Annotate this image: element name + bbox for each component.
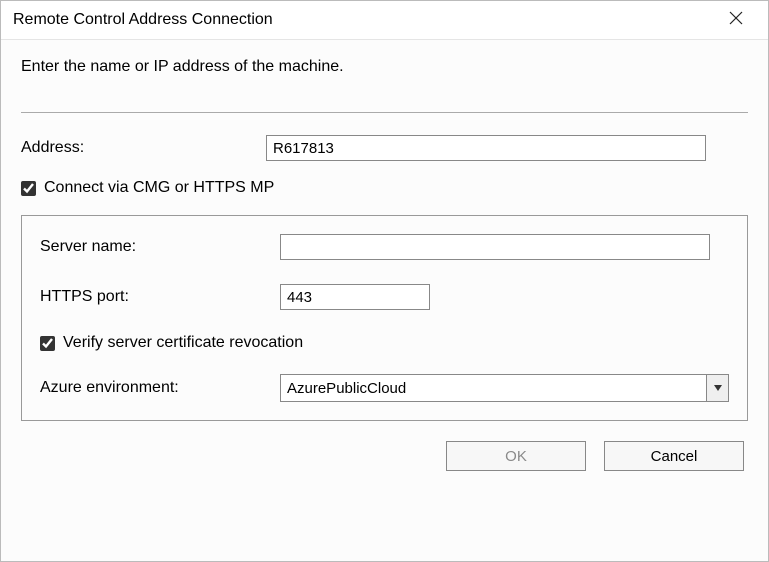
verify-revocation-label: Verify server certificate revocation bbox=[63, 334, 303, 352]
button-bar: OK Cancel bbox=[21, 441, 748, 471]
azure-env-row: Azure environment: AzurePublicCloud bbox=[40, 374, 729, 402]
azure-env-select[interactable]: AzurePublicCloud bbox=[280, 374, 729, 402]
instruction-text: Enter the name or IP address of the mach… bbox=[21, 58, 748, 76]
server-name-row: Server name: bbox=[40, 234, 729, 260]
dialog-content: Enter the name or IP address of the mach… bbox=[1, 40, 768, 561]
ok-button[interactable]: OK bbox=[446, 441, 586, 471]
https-port-label: HTTPS port: bbox=[40, 288, 280, 306]
connect-via-label: Connect via CMG or HTTPS MP bbox=[44, 179, 274, 197]
cancel-button[interactable]: Cancel bbox=[604, 441, 744, 471]
server-name-label: Server name: bbox=[40, 238, 280, 256]
address-label: Address: bbox=[21, 139, 266, 157]
https-port-input[interactable] bbox=[280, 284, 430, 310]
verify-revocation-checkbox[interactable] bbox=[40, 336, 55, 351]
verify-revocation-row[interactable]: Verify server certificate revocation bbox=[40, 334, 729, 352]
close-button[interactable] bbox=[716, 7, 756, 33]
azure-env-label: Azure environment: bbox=[40, 379, 280, 397]
connect-via-row[interactable]: Connect via CMG or HTTPS MP bbox=[21, 179, 748, 197]
address-input[interactable] bbox=[266, 135, 706, 161]
https-port-row: HTTPS port: bbox=[40, 284, 729, 310]
connection-group: Server name: HTTPS port: Verify server c… bbox=[21, 215, 748, 421]
connect-via-checkbox[interactable] bbox=[21, 181, 36, 196]
server-name-input[interactable] bbox=[280, 234, 710, 260]
azure-env-select-wrap: AzurePublicCloud bbox=[280, 374, 729, 402]
close-icon bbox=[729, 11, 743, 29]
address-row: Address: bbox=[21, 135, 748, 161]
window-title: Remote Control Address Connection bbox=[13, 11, 273, 29]
dialog-window: Remote Control Address Connection Enter … bbox=[0, 0, 769, 562]
titlebar: Remote Control Address Connection bbox=[1, 1, 768, 40]
divider bbox=[21, 112, 748, 113]
